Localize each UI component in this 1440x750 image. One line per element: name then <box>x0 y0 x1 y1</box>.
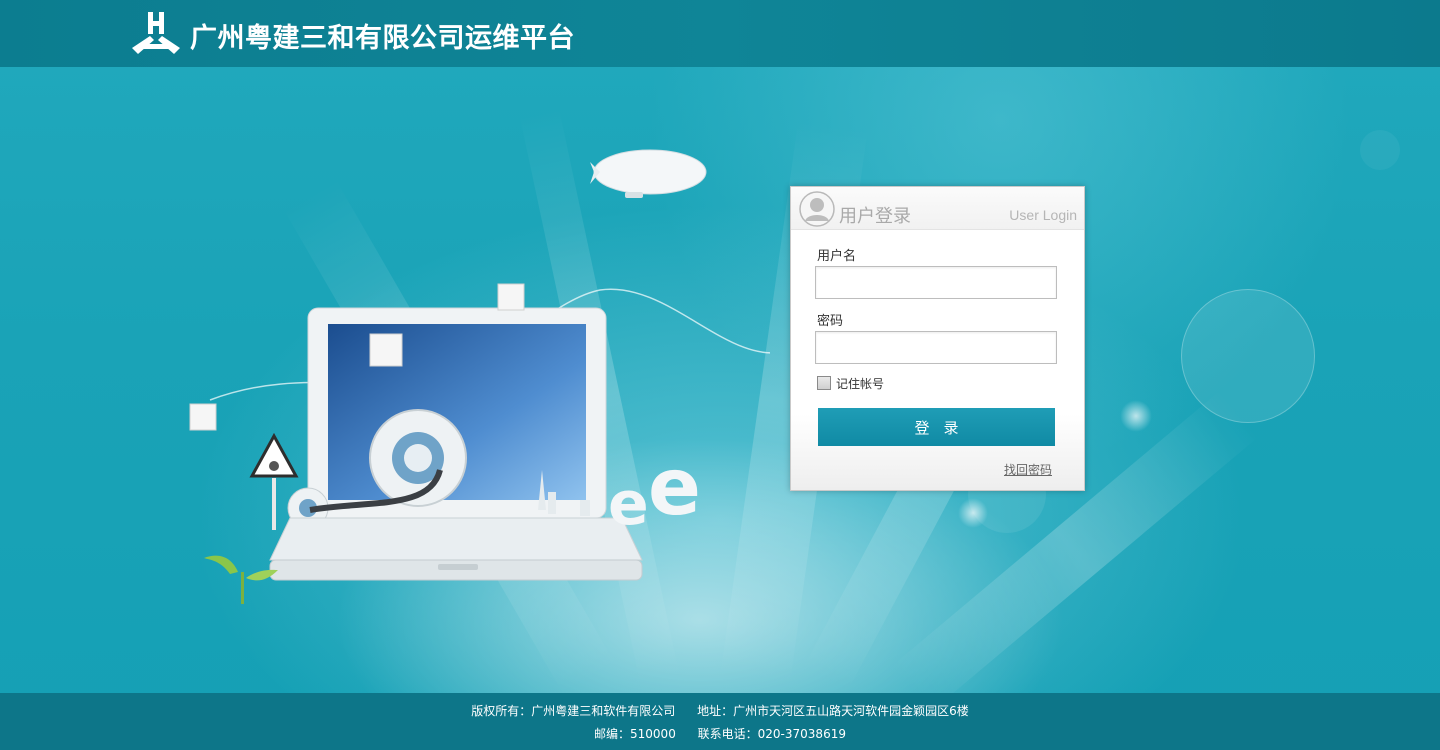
username-input[interactable] <box>815 266 1057 299</box>
leaf-icon <box>204 555 278 604</box>
site-title: 广州粤建三和有限公司运维平台 <box>190 23 575 54</box>
login-panel: 用户登录 User Login 用户名 密码 记住帐号 登录 找回密码 <box>790 186 1085 491</box>
postcode-text: 邮编：510000 <box>594 727 676 741</box>
remember-account-checkbox[interactable] <box>817 376 831 390</box>
username-label: 用户名 <box>817 249 857 264</box>
phone-text: 联系电话：020-37038619 <box>697 727 846 741</box>
footer-bar: 版权所有：广州粤建三和软件有限公司 地址：广州市天河区五山路天河软件园金颖园区6… <box>0 693 1440 750</box>
user-avatar-icon <box>799 191 835 227</box>
copyright-text: 版权所有：广州粤建三和软件有限公司 <box>471 704 676 718</box>
svg-text:e: e <box>648 443 701 533</box>
bokeh-circle <box>1181 289 1315 423</box>
bokeh-circle <box>958 498 988 528</box>
footer-line-2: 邮编：510000 联系电话：020-37038619 <box>0 725 1440 742</box>
laptop-illustration: e e <box>189 149 770 604</box>
H-logo-icon <box>132 12 180 54</box>
e-letter-icon: e e <box>608 443 701 539</box>
address-text: 地址：广州市天河区五山路天河软件园金颖园区6楼 <box>697 704 969 718</box>
login-subtitle: User Login <box>1009 207 1077 223</box>
footer-line-1: 版权所有：广州粤建三和软件有限公司 地址：广州市天河区五山路天河软件园金颖园区6… <box>0 702 1440 719</box>
login-title: 用户登录 <box>839 206 911 227</box>
password-label: 密码 <box>817 314 844 329</box>
blimp-icon <box>590 149 707 198</box>
remember-account-row: 记住帐号 <box>817 375 884 391</box>
login-panel-header: 用户登录 User Login <box>791 187 1084 230</box>
forgot-password-link[interactable]: 找回密码 <box>1004 461 1052 478</box>
password-input[interactable] <box>815 331 1057 364</box>
login-button[interactable]: 登录 <box>818 408 1055 446</box>
remember-account-label: 记住帐号 <box>836 376 885 391</box>
svg-text:e: e <box>608 469 649 539</box>
bokeh-circle <box>1120 400 1152 432</box>
bokeh-circle <box>1360 130 1400 170</box>
top-header-bar: 广州粤建三和有限公司运维平台 <box>0 0 1440 67</box>
